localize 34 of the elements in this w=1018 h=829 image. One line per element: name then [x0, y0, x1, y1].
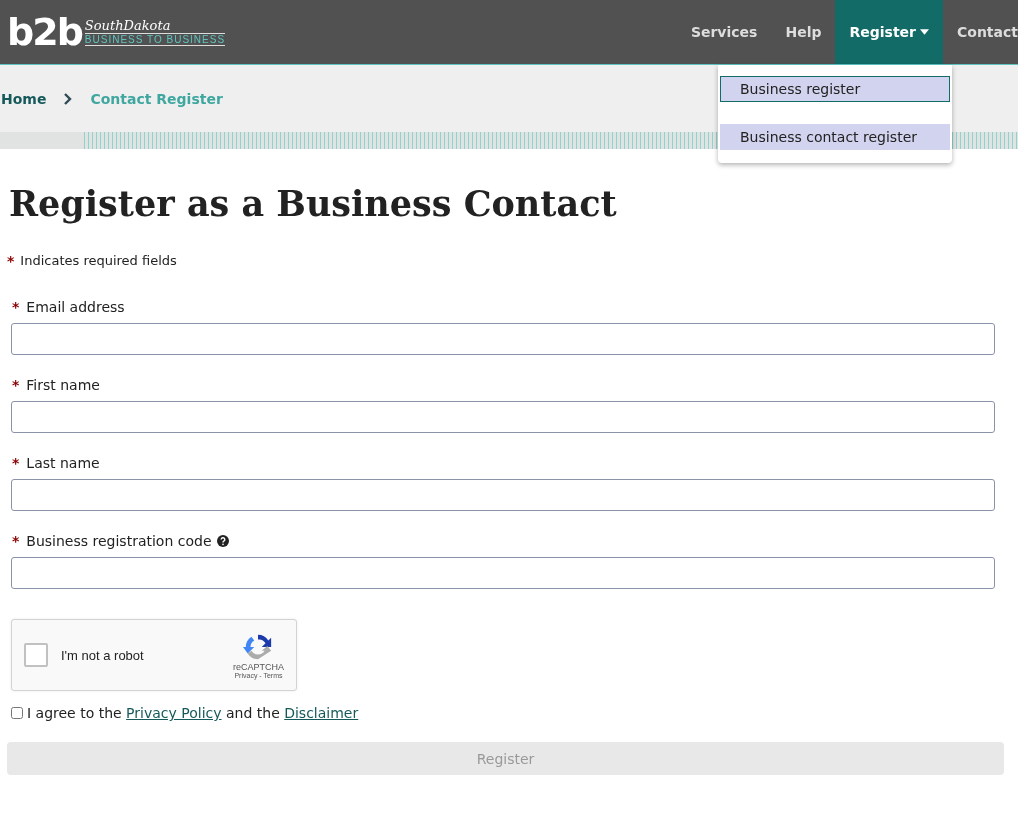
logo-mark[interactable]: b2b	[7, 13, 82, 51]
captcha-brand: reCAPTCHA	[233, 661, 284, 672]
nav-link[interactable]: Register	[835, 0, 943, 64]
field-label: Email address	[26, 299, 125, 315]
nav-link[interactable]: Help	[771, 0, 836, 64]
input-field[interactable]	[11, 479, 995, 511]
help-icon[interactable]	[216, 535, 229, 547]
input-field[interactable]	[11, 323, 995, 355]
nav-link[interactable]: Contact	[943, 0, 1018, 64]
captcha-checkbox[interactable]	[24, 643, 48, 667]
input-field[interactable]	[11, 401, 995, 433]
required-mark: *	[7, 253, 15, 269]
required-mark: *	[12, 455, 20, 471]
required-mark: *	[12, 533, 20, 549]
menu-item[interactable]: Business contact register	[720, 124, 950, 150]
link[interactable]: Privacy Policy	[126, 705, 222, 721]
logo-tagline: BUSINESS TO BUSINESS	[84, 32, 226, 46]
nav-link[interactable]: Services	[676, 0, 772, 64]
page-title: Register as a Business Contact	[9, 182, 618, 226]
logo-script: SouthDakota	[84, 18, 172, 33]
required-mark: *	[12, 299, 20, 315]
checkbox[interactable]	[11, 707, 23, 719]
input-field[interactable]	[11, 557, 995, 589]
required-note: Indicates required fields	[20, 253, 177, 269]
menu-item[interactable]: Business register	[720, 76, 950, 102]
chevron-icon	[64, 92, 73, 105]
field-label: Last name	[26, 455, 100, 471]
agreement-text: I agree to the Privacy Policy and the Disclaimer	[27, 705, 359, 721]
field-label: Business registration code	[26, 533, 212, 549]
breadcrumb-link[interactable]: Home	[1, 90, 47, 107]
field-label: First name	[26, 377, 100, 393]
link[interactable]: Disclaimer	[284, 705, 359, 721]
required-mark: *	[12, 377, 20, 393]
captcha-label: I'm not a robot	[61, 647, 145, 663]
